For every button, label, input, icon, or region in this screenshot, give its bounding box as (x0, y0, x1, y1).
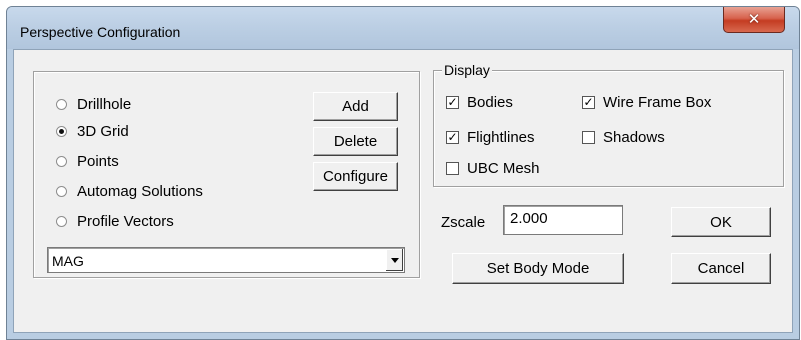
close-button[interactable]: ✕ (723, 7, 785, 33)
object-select-value: MAG (52, 253, 84, 269)
checkbox-shadows-box (582, 130, 595, 144)
checkbox-flightlines-box: ✓ (446, 129, 459, 144)
zscale-input[interactable]: 2.000 (503, 205, 623, 235)
ok-button[interactable]: OK (671, 207, 771, 237)
radio-points-label: Points (77, 152, 119, 170)
radio-points[interactable]: Points (56, 152, 119, 170)
radio-points-indicator (56, 155, 67, 167)
checkbox-shadows[interactable]: Shadows (582, 128, 665, 146)
title-bar[interactable]: Perspective Configuration ✕ (7, 7, 799, 49)
radio-profile-vectors-label: Profile Vectors (77, 212, 174, 230)
dialog-client-area: Drillhole 3D Grid Points Automag Solutio… (13, 49, 793, 333)
checkbox-bodies-label: Bodies (467, 93, 513, 111)
checkbox-flightlines[interactable]: ✓ Flightlines (446, 128, 535, 146)
radio-drillhole[interactable]: Drillhole (56, 95, 131, 113)
radio-automag-solutions-label: Automag Solutions (77, 182, 203, 200)
display-group-label: Display (442, 62, 492, 78)
checkbox-ubc-mesh[interactable]: UBC Mesh (446, 159, 540, 177)
radio-3d-grid-label: 3D Grid (77, 122, 129, 140)
display-group: Display ✓ Bodies ✓ Wire Frame Box ✓ Flig… (433, 62, 784, 187)
zscale-label: Zscale (441, 214, 486, 231)
radio-drillhole-indicator (56, 98, 67, 110)
add-button[interactable]: Add (313, 92, 398, 121)
set-body-mode-button[interactable]: Set Body Mode (452, 253, 624, 284)
checkbox-shadows-label: Shadows (603, 128, 665, 146)
checkbox-bodies[interactable]: ✓ Bodies (446, 93, 513, 111)
combo-dropdown-button[interactable] (385, 249, 403, 271)
chevron-down-icon (390, 257, 399, 263)
checkbox-ubc-mesh-box (446, 161, 459, 175)
delete-button[interactable]: Delete (313, 127, 398, 156)
cancel-button[interactable]: Cancel (671, 253, 771, 284)
close-icon: ✕ (747, 10, 761, 28)
window-title: Perspective Configuration (20, 24, 181, 40)
checkbox-flightlines-label: Flightlines (467, 128, 535, 146)
checkbox-ubc-mesh-label: UBC Mesh (467, 159, 540, 177)
configure-button[interactable]: Configure (313, 162, 398, 191)
radio-drillhole-label: Drillhole (77, 95, 132, 113)
radio-automag-solutions-indicator (56, 185, 67, 197)
radio-profile-vectors-indicator (56, 215, 67, 227)
checkbox-wire-frame-box-box: ✓ (582, 94, 595, 109)
radio-3d-grid[interactable]: 3D Grid (56, 122, 129, 140)
checkbox-wire-frame-box-label: Wire Frame Box (603, 93, 712, 111)
checkbox-wire-frame-box[interactable]: ✓ Wire Frame Box (582, 93, 711, 111)
radio-3d-grid-indicator (56, 125, 67, 137)
dialog-window: Perspective Configuration ✕ Drillhole 3D… (6, 6, 800, 340)
object-type-group: Drillhole 3D Grid Points Automag Solutio… (33, 71, 420, 278)
object-select-combo[interactable]: MAG (47, 247, 405, 273)
radio-automag-solutions[interactable]: Automag Solutions (56, 182, 203, 200)
radio-profile-vectors[interactable]: Profile Vectors (56, 212, 174, 230)
checkbox-bodies-box: ✓ (446, 94, 459, 109)
